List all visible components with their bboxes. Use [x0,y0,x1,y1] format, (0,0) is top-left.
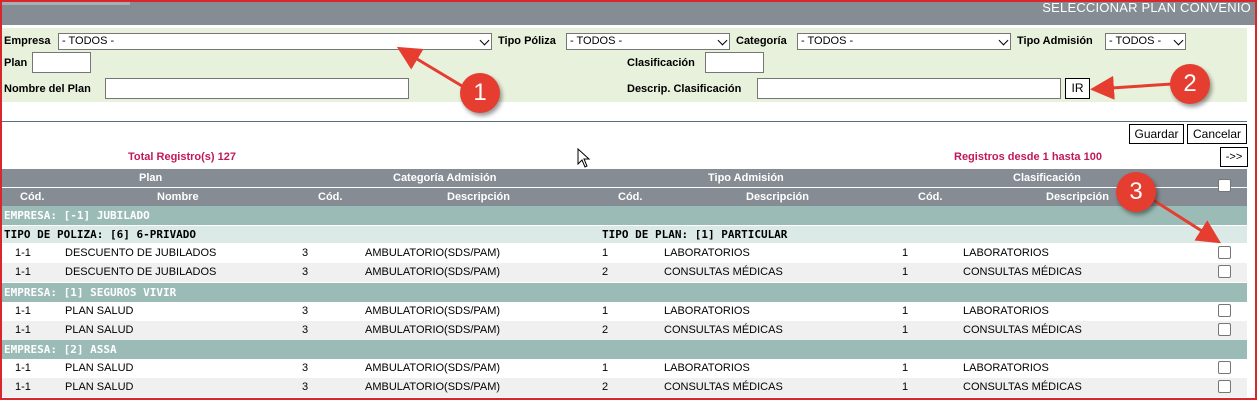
arrow-1 [396,46,463,88]
annotation-badge-1: 1 [460,73,500,113]
mouse-cursor-icon [577,148,591,168]
annotation-badge-3: 3 [1116,172,1156,212]
arrow-2 [1090,75,1173,100]
annotation-arrows [396,46,1222,244]
arrow-3 [1149,196,1222,244]
annotation-badge-2: 2 [1170,64,1210,104]
